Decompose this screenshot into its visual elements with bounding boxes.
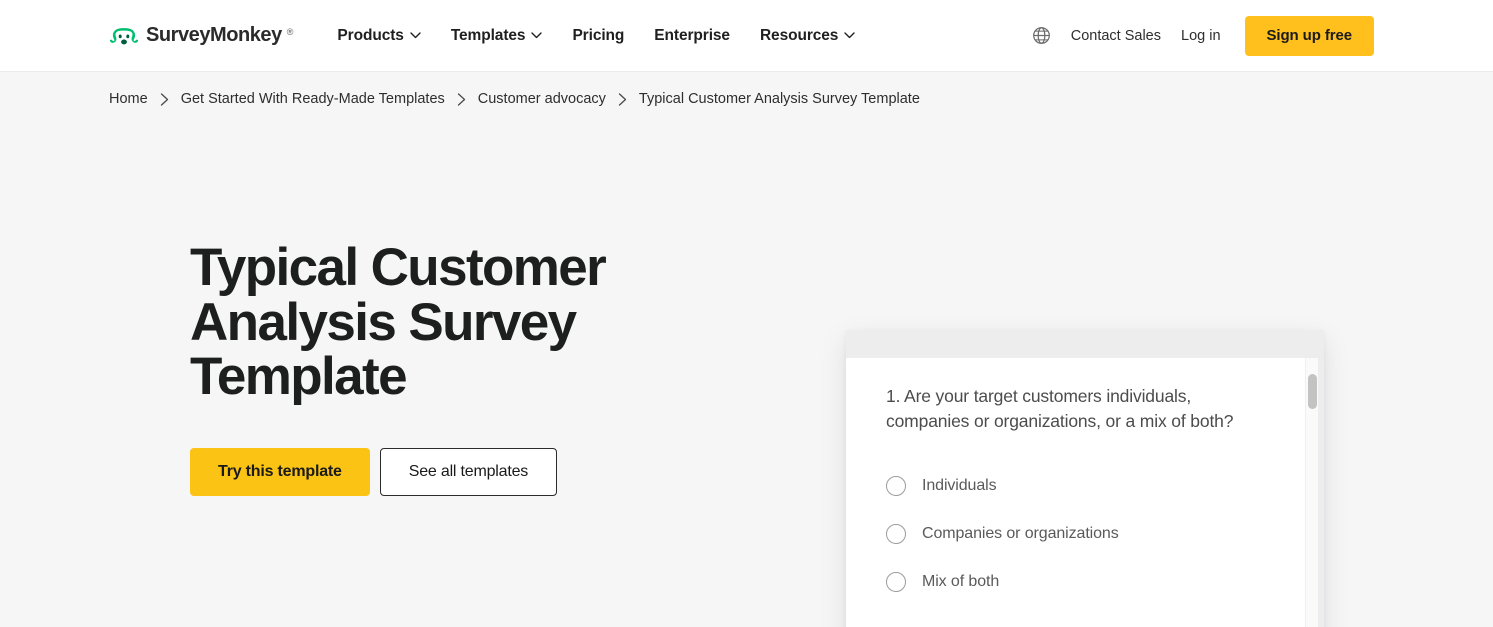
nav-item-templates[interactable]: Templates [451,27,543,45]
survey-scrollbar-thumb[interactable] [1308,374,1317,409]
breadcrumb-item-customer-advocacy[interactable]: Customer advocacy [478,91,606,107]
nav-label: Templates [450,26,526,44]
try-this-template-button[interactable]: Try this template [190,447,370,496]
globe-icon[interactable] [1032,26,1051,45]
brand-name: SurveyMonkey [146,24,282,46]
page-title: Typical Customer Analysis Survey Templat… [190,238,607,407]
site-header: SurveyMonkey ® Products Templates Pricin… [0,0,1493,72]
main-navigation: Products Templates Pricing Enterprise Re… [337,26,856,45]
survey-preview-panel: 1. Are your target customers individuals… [846,330,1324,627]
survey-scrollbar[interactable] [1305,358,1318,627]
hero-actions: Try this template See all templates [190,447,790,496]
hero-section: Typical Customer Analysis Survey Templat… [190,238,790,496]
breadcrumb-item-current: Typical Customer Analysis Survey Templat… [638,91,920,107]
survey-option-mix-of-both[interactable]: Mix of both [886,558,1271,606]
radio-button-icon[interactable] [886,572,906,593]
chevron-right-icon [457,92,465,106]
chevron-down-icon [410,32,421,39]
nav-item-resources[interactable]: Resources [759,26,856,45]
nav-label: Resources [759,26,839,44]
breadcrumb-item-home[interactable]: Home [109,91,148,107]
radio-button-icon[interactable] [886,476,906,497]
option-label: Companies or organizations [922,525,1119,543]
survey-option-individuals[interactable]: Individuals [886,462,1271,510]
breadcrumb: Home Get Started With Ready-Made Templat… [0,72,1493,108]
nav-item-pricing[interactable]: Pricing [572,27,624,45]
survey-options-list: Individuals Companies or organizations M… [886,462,1271,606]
nav-item-enterprise[interactable]: Enterprise [654,27,730,45]
surveymonkey-logo-icon [110,27,138,44]
header-utility-nav: Contact Sales Log in Sign up free [1032,15,1374,56]
sign-up-free-button[interactable]: Sign up free [1244,15,1374,56]
option-label: Individuals [922,477,997,495]
radio-button-icon[interactable] [886,524,906,545]
surveymonkey-logo-link[interactable]: SurveyMonkey ® [109,24,293,47]
nav-item-products[interactable]: Products [337,26,421,45]
nav-label: Enterprise [654,26,730,44]
chevron-down-icon [844,32,856,39]
chevron-down-icon [531,32,543,39]
brand-trademark: ® [286,27,294,37]
contact-sales-link[interactable]: Contact Sales [1071,28,1161,44]
breadcrumb-item-get-started[interactable]: Get Started With Ready-Made Templates [181,91,445,107]
survey-preview-card: 1. Are your target customers individuals… [846,358,1311,627]
nav-label: Pricing [572,26,625,44]
see-all-templates-button[interactable]: See all templates [379,447,558,496]
survey-scroll-area: 1. Are your target customers individuals… [846,358,1311,627]
chevron-right-icon [160,92,168,106]
log-in-link[interactable]: Log in [1181,28,1221,44]
main-content: Typical Customer Analysis Survey Templat… [0,108,1493,627]
option-label: Mix of both [922,573,1000,591]
nav-label: Products [337,26,404,44]
survey-option-companies-or-organizations[interactable]: Companies or organizations [886,510,1271,558]
chevron-right-icon [618,92,627,106]
survey-question-text: 1. Are your target customers individuals… [886,386,1234,432]
